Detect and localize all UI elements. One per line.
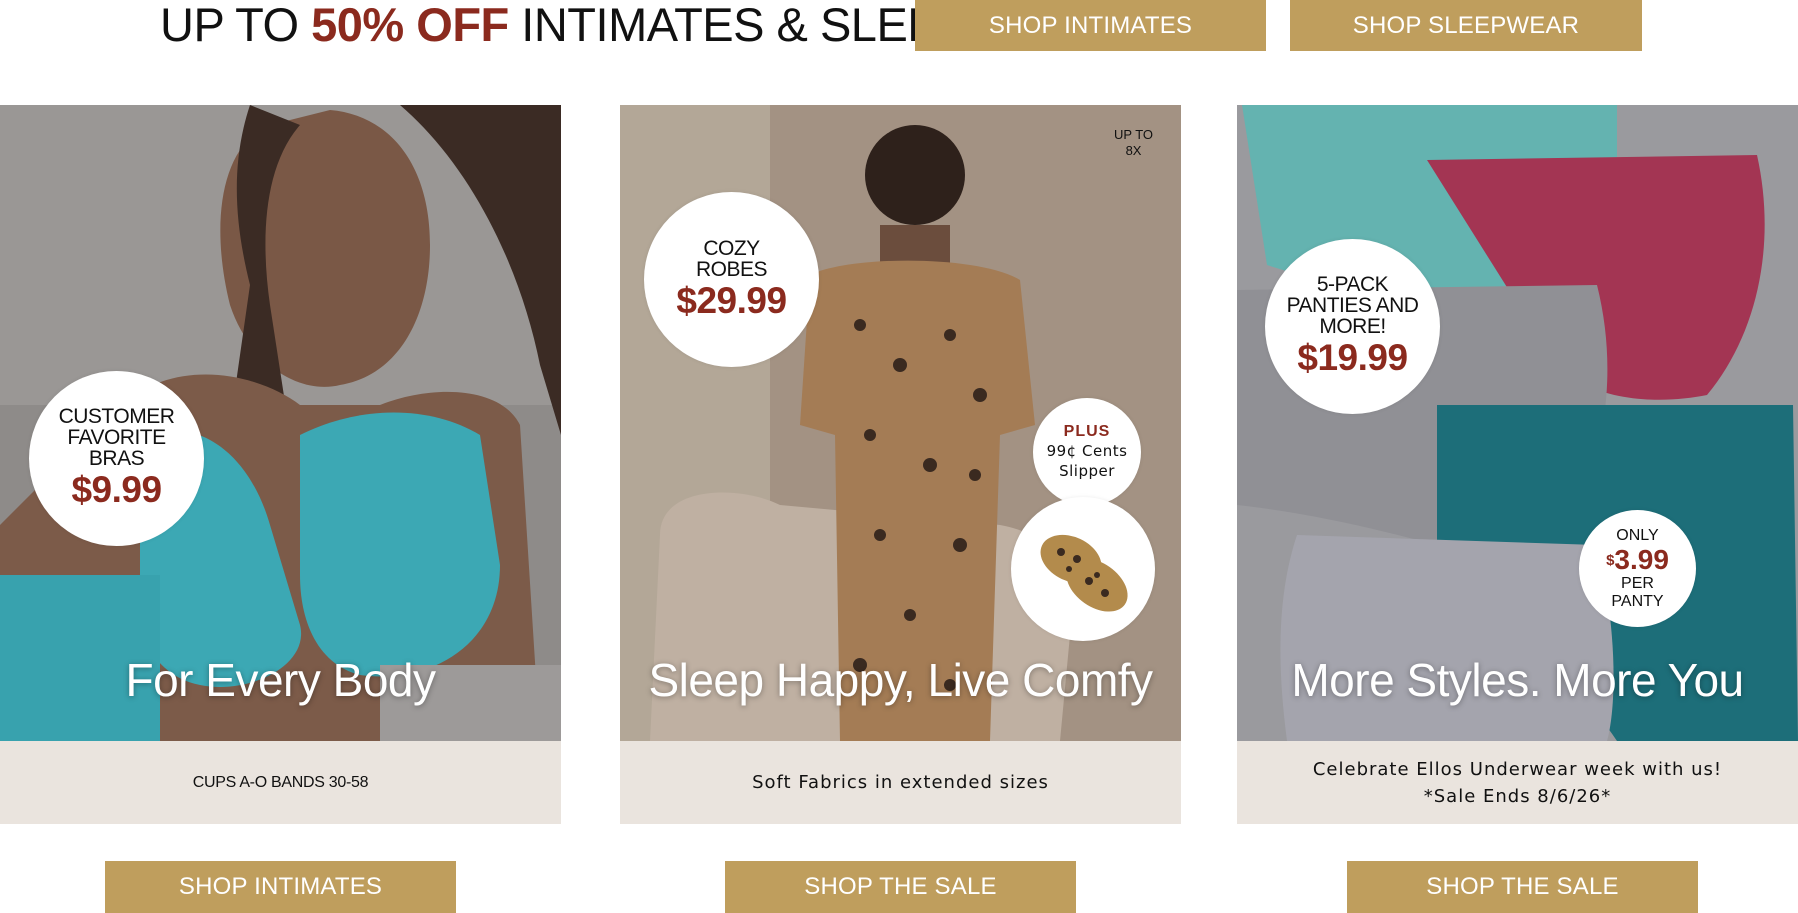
slipper-price-line: 99¢ Cents bbox=[1046, 442, 1128, 460]
badge-price: $9.99 bbox=[71, 469, 162, 510]
robes-price-badge: COZY ROBES $29.99 bbox=[644, 192, 819, 367]
upto-line: UP TO bbox=[1114, 127, 1154, 142]
badge-line: COZY bbox=[703, 236, 760, 260]
card-title: For Every Body bbox=[125, 654, 437, 706]
bra-model-photo[interactable]: CUSTOMER FAVORITE BRAS $9.99 For Every B… bbox=[0, 105, 561, 741]
sale-headline: UP TO 50% OFF INTIMATES & SLEEP bbox=[160, 0, 970, 52]
currency-symbol: $ bbox=[1606, 551, 1615, 569]
shop-the-sale-button-panties[interactable]: SHOP THE SALE bbox=[1347, 861, 1698, 913]
card-caption: CUPS A-O BANDS 30-58 bbox=[0, 741, 561, 824]
bras-price-badge: CUSTOMER FAVORITE BRAS $9.99 bbox=[29, 371, 204, 546]
shop-sleepwear-button-top[interactable]: SHOP SLEEPWEAR bbox=[1290, 0, 1642, 51]
badge-line: FAVORITE bbox=[67, 426, 166, 449]
price-amount: 3.99 bbox=[1614, 543, 1669, 575]
slipper-name-line: Slipper bbox=[1059, 462, 1115, 480]
shop-the-sale-button-robes[interactable]: SHOP THE SALE bbox=[725, 861, 1076, 913]
badge-price: $29.99 bbox=[676, 279, 787, 321]
per-panty-price-badge: ONLY $3.99 PER PANTY bbox=[1579, 510, 1696, 627]
card-title: Sleep Happy, Live Comfy bbox=[648, 654, 1153, 706]
badge-line: PANTIES AND bbox=[1286, 294, 1419, 317]
shop-intimates-button[interactable]: SHOP INTIMATES bbox=[105, 861, 456, 913]
badge-line: ROBES bbox=[695, 257, 768, 281]
panties-price-badge: 5-PACK PANTIES AND MORE! $19.99 bbox=[1265, 239, 1440, 414]
caption-line: CUPS A-O BANDS 30-58 bbox=[192, 774, 369, 791]
card-title: More Styles. More You bbox=[1291, 654, 1744, 706]
promo-card-robes[interactable]: UP TO 8X COZY ROBES $29.99 PLUS 99¢ Cent… bbox=[620, 105, 1181, 824]
badge-line: CUSTOMER bbox=[58, 405, 175, 428]
headline-prefix: UP TO bbox=[160, 0, 312, 51]
only-label: ONLY bbox=[1616, 526, 1659, 544]
per-panty-price: $3.99 bbox=[1606, 543, 1669, 575]
panties-product-photo[interactable]: 5-PACK PANTIES AND MORE! $19.99 ONLY $3.… bbox=[1237, 105, 1798, 741]
shop-intimates-button-top[interactable]: SHOP INTIMATES bbox=[915, 0, 1266, 51]
badge-price: $19.99 bbox=[1297, 337, 1408, 378]
badge-line: MORE! bbox=[1319, 315, 1386, 338]
headline-discount: 50% OFF bbox=[311, 0, 509, 51]
badge-line: 5-PACK bbox=[1316, 273, 1389, 296]
badge-line: BRAS bbox=[88, 447, 145, 470]
caption-line: *Sale Ends 8/6/26* bbox=[1423, 785, 1612, 807]
upto-line: 8X bbox=[1125, 143, 1142, 158]
promo-card-bras[interactable]: CUSTOMER FAVORITE BRAS $9.99 For Every B… bbox=[0, 105, 561, 824]
caption-line: Soft Fabrics in extended sizes bbox=[752, 772, 1049, 793]
leopard-slipper-icon bbox=[1040, 534, 1128, 612]
slipper-offer-badge: PLUS 99¢ Cents Slipper bbox=[1033, 398, 1141, 506]
unit-label: PANTY bbox=[1611, 592, 1664, 610]
headline-suffix: INTIMATES & SLEEP bbox=[508, 0, 969, 51]
plus-label: PLUS bbox=[1063, 423, 1111, 440]
per-label: PER bbox=[1621, 574, 1654, 592]
caption-line: Celebrate Ellos Underwear week with us! bbox=[1312, 758, 1723, 780]
upto-size-label: UP TO 8X bbox=[1114, 127, 1153, 159]
card-caption: Celebrate Ellos Underwear week with us! … bbox=[1237, 741, 1798, 824]
promo-card-panties[interactable]: 5-PACK PANTIES AND MORE! $19.99 ONLY $3.… bbox=[1237, 105, 1798, 824]
robe-model-photo[interactable]: UP TO 8X COZY ROBES $29.99 PLUS 99¢ Cent… bbox=[620, 105, 1181, 741]
card-caption: Soft Fabrics in extended sizes bbox=[620, 741, 1181, 824]
slipper-image-circle bbox=[1011, 497, 1155, 641]
